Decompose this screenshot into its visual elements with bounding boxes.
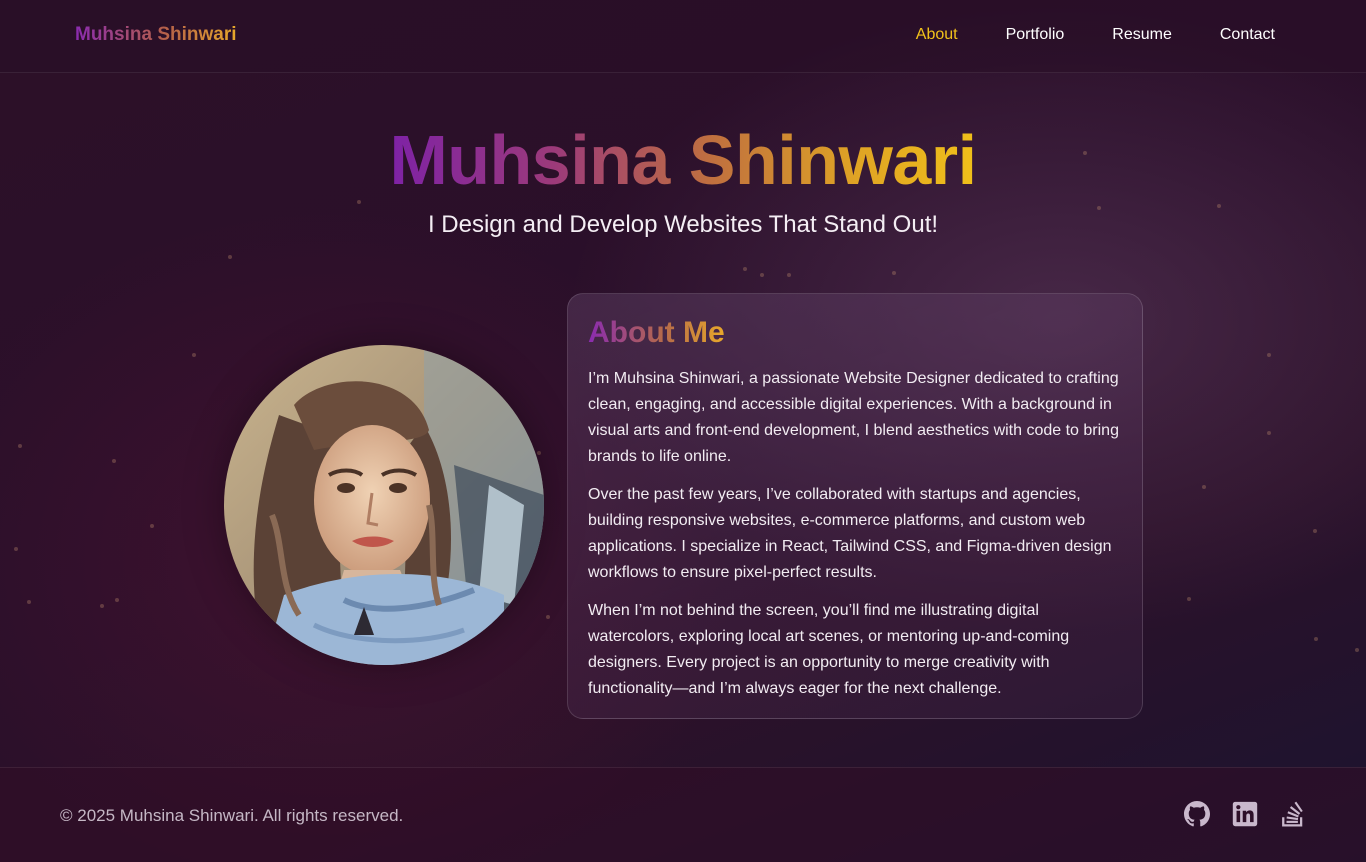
about-paragraph-3: When I’m not behind the screen, you’ll f… — [588, 602, 1070, 697]
hero-subtitle: I Design and Develop Websites That Stand… — [427, 211, 939, 238]
nav-link-about[interactable]: About — [916, 26, 958, 44]
nav-link-portfolio[interactable]: Portfolio — [1006, 26, 1065, 44]
site-header: Muhsina Shinwari About Portfolio Resume … — [0, 0, 1366, 73]
stackoverflow-link[interactable] — [1280, 801, 1306, 827]
profile-portrait-illustration — [224, 345, 544, 665]
github-link[interactable] — [1184, 801, 1210, 827]
hero-title-text: Muhsina Shinwari — [389, 121, 977, 199]
nav-link-contact[interactable]: Contact — [1220, 26, 1275, 44]
profile-photo — [224, 345, 544, 665]
about-heading: About Me — [588, 314, 725, 352]
hero-title: Muhsina Shinwari — [0, 118, 1366, 202]
copyright-text: © 2025 Muhsina Shinwari. All rights rese… — [60, 806, 404, 825]
about-paragraph-2: Over the past few years, I’ve collaborat… — [588, 486, 1112, 581]
brand-logo[interactable]: Muhsina Shinwari — [75, 24, 237, 46]
social-links — [1162, 801, 1306, 827]
nav-link-resume[interactable]: Resume — [1112, 26, 1172, 44]
linkedin-link[interactable] — [1232, 801, 1258, 827]
linkedin-icon — [1232, 801, 1258, 827]
github-icon — [1184, 801, 1210, 827]
about-card: About Me I’m Muhsina Shinwari, a passion… — [567, 293, 1143, 719]
about-paragraph-1: I’m Muhsina Shinwari, a passionate Websi… — [588, 370, 1119, 465]
main-nav: About Portfolio Resume Contact — [868, 26, 1275, 44]
site-footer: © 2025 Muhsina Shinwari. All rights rese… — [0, 767, 1366, 862]
stackoverflow-icon — [1282, 801, 1303, 827]
